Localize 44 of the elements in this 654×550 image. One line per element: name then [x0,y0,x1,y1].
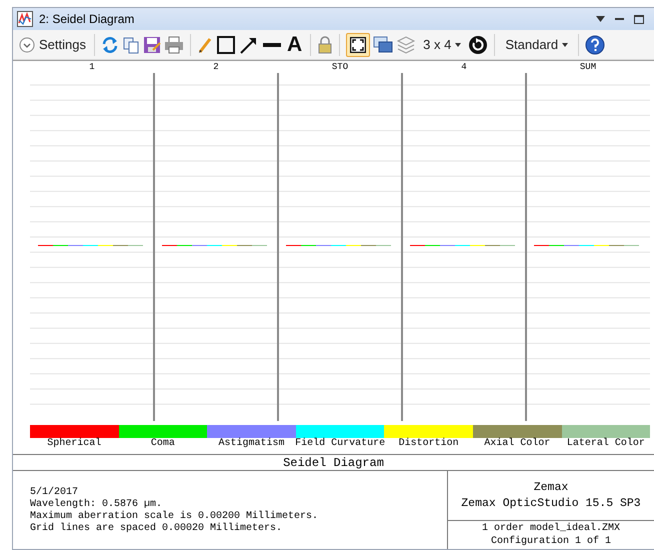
column-label: 4 [460,62,468,73]
legend-label: Field Curvature [295,438,386,450]
app-icon [17,11,33,27]
fit-button[interactable] [346,32,370,56]
file-info: 1 order model_ideal.ZMX [482,522,620,535]
company-text: Zemax OpticStudio 15.5 SP3 [461,496,641,510]
save-icon[interactable] [142,36,161,54]
print-icon[interactable] [164,36,184,54]
copy-icon[interactable] [122,36,140,54]
footer-note: 5/1/2017 [30,487,80,498]
dropdown-icon[interactable] [596,16,605,22]
lock-icon[interactable] [317,34,334,54]
settings-button[interactable]: Settings [17,34,88,54]
windows-icon[interactable] [373,36,394,54]
text-tool-button[interactable]: A [284,34,304,55]
footer-note: Wavelength: 0.5876 µm. [30,499,164,510]
file-info: Configuration 1 of 1 [490,535,612,548]
column-label: 2 [212,62,220,73]
rectangle-icon[interactable] [216,34,236,54]
maximize-icon[interactable] [634,14,644,24]
layout-dropdown[interactable]: 3 x 4 [419,34,466,54]
fit-icon [350,36,366,52]
minimize-icon[interactable] [615,18,624,20]
chevron-circle-icon [19,36,35,52]
standard-dropdown[interactable]: Standard [501,34,572,54]
footer-title: Seidel Diagram [283,454,384,472]
caret-icon [562,42,568,46]
column-label: 1 [88,62,96,73]
legend-label: Astigmatism [218,438,284,450]
refresh-icon[interactable] [100,36,119,54]
legend-label: Coma [150,438,175,450]
column-label: SUM [578,62,598,73]
caret-icon [455,42,462,46]
rotate-icon[interactable] [468,34,488,54]
window-title: 2: Seidel Diagram [39,11,134,28]
legend-label: Axial Color [484,438,550,450]
legend-label: Spherical [47,438,102,450]
footer-note: Grid lines are spaced 0.00020 Millimeters. [30,523,284,535]
column-label: STO [330,62,350,73]
help-icon[interactable] [585,34,606,54]
legend-label: Lateral Color [566,438,645,450]
company-text: Zemax [534,480,568,494]
legend-label: Distortion [398,438,459,450]
footer-note: Maximum aberration scale is 0.00200 Millimeters. [30,511,320,522]
